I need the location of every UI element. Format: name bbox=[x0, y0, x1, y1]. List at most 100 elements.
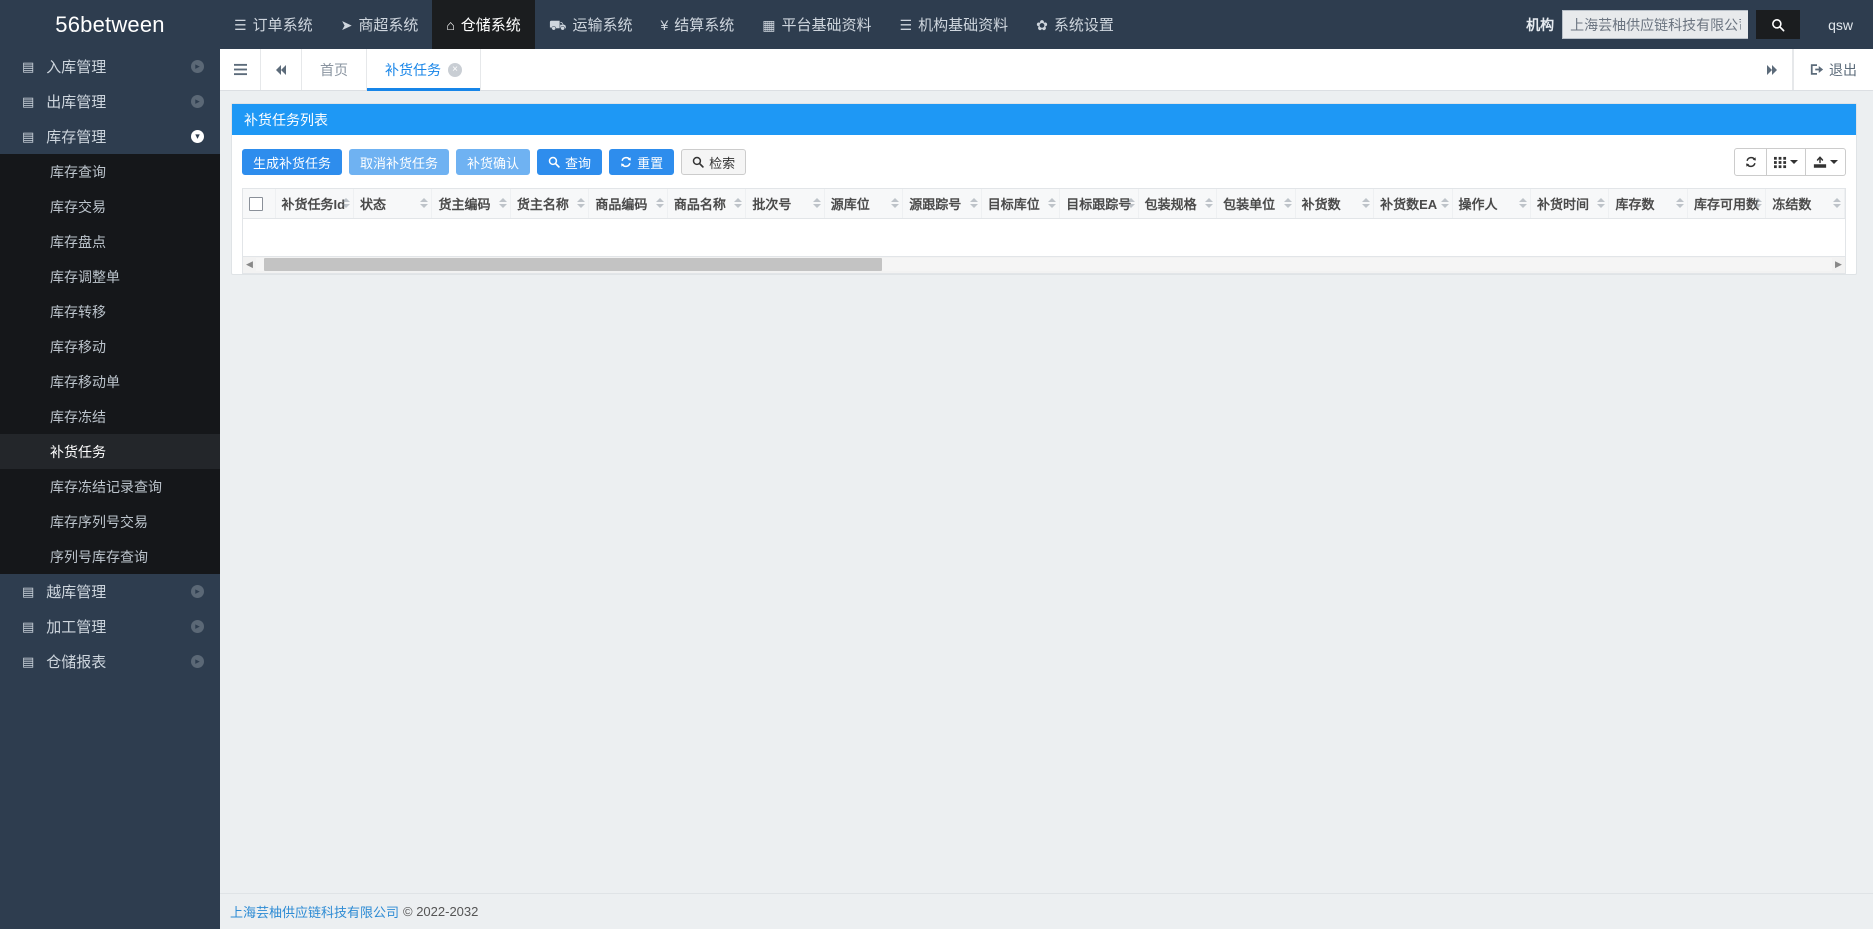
sidebar-group-4[interactable]: ▤ 越库管理 ▸ bbox=[0, 574, 220, 609]
sidebar-group-6[interactable]: ▤ 仓储报表 ▸ bbox=[0, 644, 220, 679]
sidebar-item-3-1[interactable]: 库存查询 bbox=[0, 154, 220, 189]
sidebar-item-3-6[interactable]: 库存移动 bbox=[0, 329, 220, 364]
sort-toggle-icon[interactable] bbox=[1675, 198, 1684, 209]
table-column-header-10[interactable]: 目标库位 bbox=[981, 189, 1061, 219]
scrollbar-thumb[interactable] bbox=[264, 258, 882, 271]
table-horizontal-scrollbar[interactable]: ◀ ▶ bbox=[242, 256, 1846, 274]
grid-tool-buttons bbox=[1734, 148, 1846, 176]
tabs-scroll-right-button[interactable] bbox=[1752, 49, 1793, 90]
scroll-right-arrow[interactable]: ▶ bbox=[1832, 259, 1845, 270]
action-button-6[interactable]: 检索 bbox=[681, 149, 747, 175]
sort-toggle-icon[interactable] bbox=[1519, 198, 1527, 209]
table-column-header-7[interactable]: 批次号 bbox=[745, 189, 825, 219]
sidebar-item-3-4[interactable]: 库存调整单 bbox=[0, 259, 220, 294]
chevron-right-icon: ▸ bbox=[191, 620, 204, 633]
table-column-label: 补货数 bbox=[1301, 196, 1341, 212]
sort-toggle-icon[interactable] bbox=[341, 198, 350, 209]
sort-toggle-icon[interactable] bbox=[420, 198, 429, 209]
sidebar-group-1[interactable]: ▤ 入库管理 ▸ bbox=[0, 49, 220, 84]
sidebar-group-3[interactable]: ▤ 库存管理 ▾ bbox=[0, 119, 220, 154]
table-column-header-3[interactable]: 货主编码 bbox=[431, 189, 511, 219]
sort-toggle-icon[interactable] bbox=[891, 198, 900, 209]
sort-toggle-icon[interactable] bbox=[734, 198, 743, 209]
top-nav-item-5[interactable]: ¥ 结算系统 bbox=[646, 0, 748, 49]
sort-toggle-icon[interactable] bbox=[1126, 198, 1135, 209]
table-column-label: 商品名称 bbox=[673, 196, 726, 212]
table-column-header-12[interactable]: 包装规格 bbox=[1138, 189, 1218, 219]
sidebar-group-2[interactable]: ▤ 出库管理 ▸ bbox=[0, 84, 220, 119]
table-column-header-17[interactable]: 补货时间 bbox=[1530, 189, 1610, 219]
sidebar-item-3-3[interactable]: 库存盘点 bbox=[0, 224, 220, 259]
sidebar-item-3-8[interactable]: 库存冻结 bbox=[0, 399, 220, 434]
sort-toggle-icon[interactable] bbox=[1754, 198, 1763, 209]
sort-toggle-icon[interactable] bbox=[1440, 198, 1449, 209]
table-column-header-18[interactable]: 库存数 bbox=[1608, 189, 1688, 219]
sort-toggle-icon[interactable] bbox=[498, 198, 507, 209]
table-column-header-14[interactable]: 补货数 bbox=[1295, 189, 1375, 219]
sort-toggle-icon[interactable] bbox=[1205, 198, 1214, 209]
sort-toggle-icon[interactable] bbox=[577, 198, 586, 209]
table-column-header-6[interactable]: 商品名称 bbox=[667, 189, 747, 219]
select-all-checkbox[interactable] bbox=[249, 197, 263, 212]
table-column-header-19[interactable]: 库存可用数 bbox=[1687, 189, 1767, 219]
top-nav-item-3[interactable]: ⌂ 仓储系统 bbox=[432, 0, 535, 49]
table-column-header-1[interactable]: 补货任务Id bbox=[275, 189, 354, 219]
table-column-header-9[interactable]: 源跟踪号 bbox=[902, 189, 982, 219]
sidebar-item-3-5[interactable]: 库存转移 bbox=[0, 294, 220, 329]
table-column-header-15[interactable]: 补货数EA bbox=[1373, 189, 1453, 219]
rocket-icon: ➤ bbox=[340, 16, 353, 33]
sidebar-item-3-7[interactable]: 库存移动单 bbox=[0, 364, 220, 399]
table-column-header-11[interactable]: 目标跟踪号 bbox=[1059, 189, 1139, 219]
app-brand-logo[interactable]: 56between bbox=[0, 0, 220, 49]
action-button-2[interactable]: 取消补货任务 bbox=[349, 149, 450, 175]
footer-company-link[interactable]: 上海芸柚供应链科技有限公司 bbox=[230, 902, 399, 921]
top-nav-item-2[interactable]: ➤ 商超系统 bbox=[327, 0, 433, 49]
sidebar-item-3-12[interactable]: 序列号库存查询 bbox=[0, 539, 220, 574]
table-column-header-16[interactable]: 操作人 bbox=[1452, 189, 1532, 219]
tab-close-icon[interactable]: × bbox=[448, 62, 462, 77]
export-button[interactable] bbox=[1806, 148, 1846, 176]
sidebar-item-3-9[interactable]: 补货任务 bbox=[0, 434, 220, 469]
top-nav-item-4[interactable]: ⛟ 运输系统 bbox=[535, 0, 647, 49]
action-button-1[interactable]: 生成补货任务 bbox=[242, 149, 343, 175]
sort-toggle-icon[interactable] bbox=[969, 198, 978, 209]
tabs-scroll-left-button[interactable] bbox=[261, 49, 302, 90]
double-left-icon bbox=[276, 64, 286, 75]
top-nav-item-7[interactable]: ☰ 机构基础资料 bbox=[886, 0, 1023, 49]
sort-toggle-icon[interactable] bbox=[812, 198, 821, 209]
refresh-button[interactable] bbox=[1734, 148, 1767, 176]
user-menu[interactable]: qsw bbox=[1814, 17, 1873, 33]
organization-search-button[interactable] bbox=[1756, 10, 1801, 39]
action-button-5[interactable]: 重置 bbox=[609, 149, 675, 175]
action-button-3[interactable]: 补货确认 bbox=[456, 149, 531, 175]
select-all-header[interactable] bbox=[243, 189, 276, 219]
table-column-header-5[interactable]: 商品编码 bbox=[588, 189, 668, 219]
sort-toggle-icon[interactable] bbox=[655, 198, 664, 209]
tab-2[interactable]: 补货任务 × bbox=[367, 49, 481, 91]
action-button-4[interactable]: 查询 bbox=[537, 149, 603, 175]
sidebar-toggle-button[interactable] bbox=[220, 49, 261, 90]
tab-1[interactable]: 首页 bbox=[302, 49, 367, 90]
sort-toggle-icon[interactable] bbox=[1597, 198, 1606, 209]
scrollbar-track[interactable] bbox=[256, 258, 1832, 271]
sort-toggle-icon[interactable] bbox=[1283, 198, 1292, 209]
sort-toggle-icon[interactable] bbox=[1362, 198, 1371, 209]
top-nav-item-8[interactable]: ✿ 系统设置 bbox=[1022, 0, 1128, 49]
sidebar-item-3-11[interactable]: 库存序列号交易 bbox=[0, 504, 220, 539]
table-column-header-4[interactable]: 货主名称 bbox=[510, 189, 590, 219]
scroll-left-arrow[interactable]: ◀ bbox=[243, 259, 256, 270]
sort-toggle-icon[interactable] bbox=[1833, 198, 1841, 209]
table-column-header-8[interactable]: 源库位 bbox=[824, 189, 904, 219]
table-column-header-13[interactable]: 包装单位 bbox=[1216, 189, 1296, 219]
sidebar-item-3-2[interactable]: 库存交易 bbox=[0, 189, 220, 224]
table-column-header-20[interactable]: 冻结数 bbox=[1765, 189, 1845, 219]
sort-toggle-icon[interactable] bbox=[1048, 198, 1057, 209]
top-nav-item-1[interactable]: ☰ 订单系统 bbox=[220, 0, 327, 49]
sidebar-item-3-10[interactable]: 库存冻结记录查询 bbox=[0, 469, 220, 504]
table-column-header-2[interactable]: 状态 bbox=[353, 189, 433, 219]
sidebar-group-5[interactable]: ▤ 加工管理 ▸ bbox=[0, 609, 220, 644]
top-nav-item-6[interactable]: ▦ 平台基础资料 bbox=[748, 0, 885, 49]
organization-input[interactable] bbox=[1562, 10, 1749, 39]
column-toggle-button[interactable] bbox=[1767, 148, 1806, 176]
logout-button[interactable]: 退出 bbox=[1793, 49, 1873, 90]
